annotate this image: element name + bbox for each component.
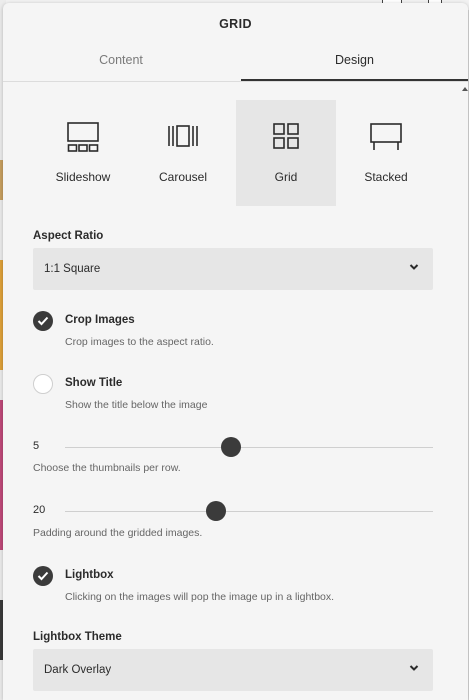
- show-title-checkbox[interactable]: [33, 374, 53, 394]
- padding-slider-handle[interactable]: [205, 501, 226, 521]
- crop-images-checkbox[interactable]: [33, 311, 53, 331]
- layout-option-stacked[interactable]: Stacked: [336, 100, 436, 206]
- panel-title: GRID: [219, 17, 252, 31]
- layout-option-carousel[interactable]: Carousel: [133, 100, 233, 206]
- stacked-icon: [370, 123, 402, 150]
- padding-slider-description: Padding around the gridded images.: [33, 527, 203, 539]
- crop-images-description: Crop images to the aspect ratio.: [65, 336, 214, 348]
- tab-content[interactable]: Content: [3, 45, 239, 81]
- slideshow-icon: [67, 122, 99, 152]
- padding-slider-value: 20: [33, 504, 46, 516]
- carousel-icon: [168, 125, 198, 147]
- thumbnails-slider-value: 5: [33, 440, 40, 452]
- layout-option-label: Slideshow: [55, 170, 111, 184]
- lightbox-description: Clicking on the images will pop the imag…: [65, 591, 335, 603]
- aspect-ratio-select[interactable]: 1:1 Square: [33, 248, 433, 290]
- thumbnails-slider-description: Choose the thumbnails per row.: [33, 462, 181, 474]
- tab-design[interactable]: Design: [241, 45, 468, 81]
- aspect-ratio-label: Aspect Ratio: [33, 230, 104, 242]
- layout-option-label: Carousel: [158, 170, 208, 184]
- panel-tabs: Content Design: [3, 45, 468, 82]
- lightbox-title: Lightbox: [65, 569, 114, 581]
- lightbox-theme-value: Dark Overlay: [44, 664, 112, 676]
- chevron-down-icon: [409, 665, 419, 671]
- thumbnails-slider[interactable]: [65, 437, 433, 457]
- thumbnails-slider-handle[interactable]: [220, 437, 241, 457]
- lightbox-theme-select[interactable]: Dark Overlay: [33, 649, 433, 691]
- grid-icon: [273, 123, 299, 149]
- layout-options: Slideshow Carousel Grid Stacked: [33, 100, 433, 206]
- grid-settings-panel: GRID Content Design Slideshow Carousel G…: [3, 3, 468, 700]
- crop-images-title: Crop Images: [65, 314, 135, 326]
- layout-option-grid[interactable]: Grid: [236, 100, 336, 206]
- check-icon: [37, 571, 49, 581]
- aspect-ratio-value: 1:1 Square: [44, 263, 101, 275]
- layout-option-slideshow[interactable]: Slideshow: [33, 100, 133, 206]
- show-title-description: Show the title below the image: [65, 399, 208, 411]
- padding-slider[interactable]: [65, 501, 433, 521]
- lightbox-checkbox[interactable]: [33, 566, 53, 586]
- show-title-title: Show Title: [65, 377, 123, 389]
- chevron-down-icon: [409, 264, 419, 270]
- lightbox-theme-label: Lightbox Theme: [33, 631, 122, 643]
- check-icon: [37, 316, 49, 326]
- layout-option-label: Grid: [274, 170, 298, 184]
- layout-option-label: Stacked: [364, 170, 408, 184]
- scroll-up-arrow-icon[interactable]: [462, 87, 468, 91]
